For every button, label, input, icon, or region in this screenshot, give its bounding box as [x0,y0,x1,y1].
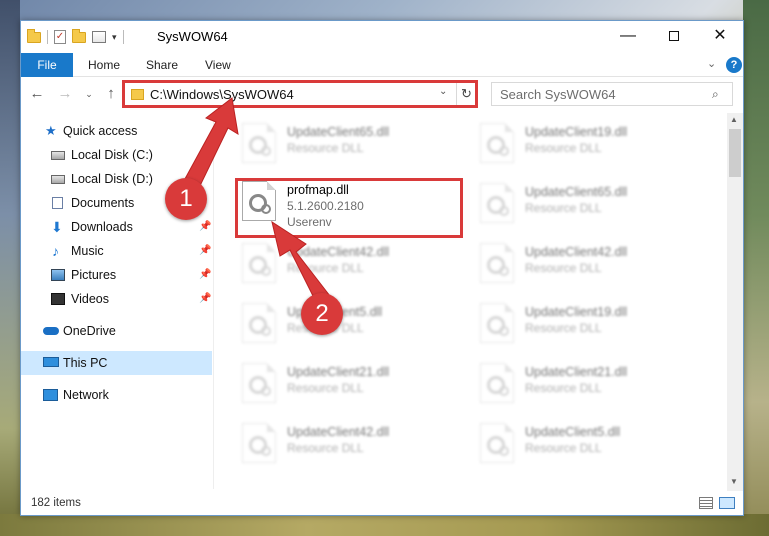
annotation-arrows [179,97,331,307]
step-2-badge: 2 [301,293,343,335]
step-1-badge: 1 [165,178,207,220]
